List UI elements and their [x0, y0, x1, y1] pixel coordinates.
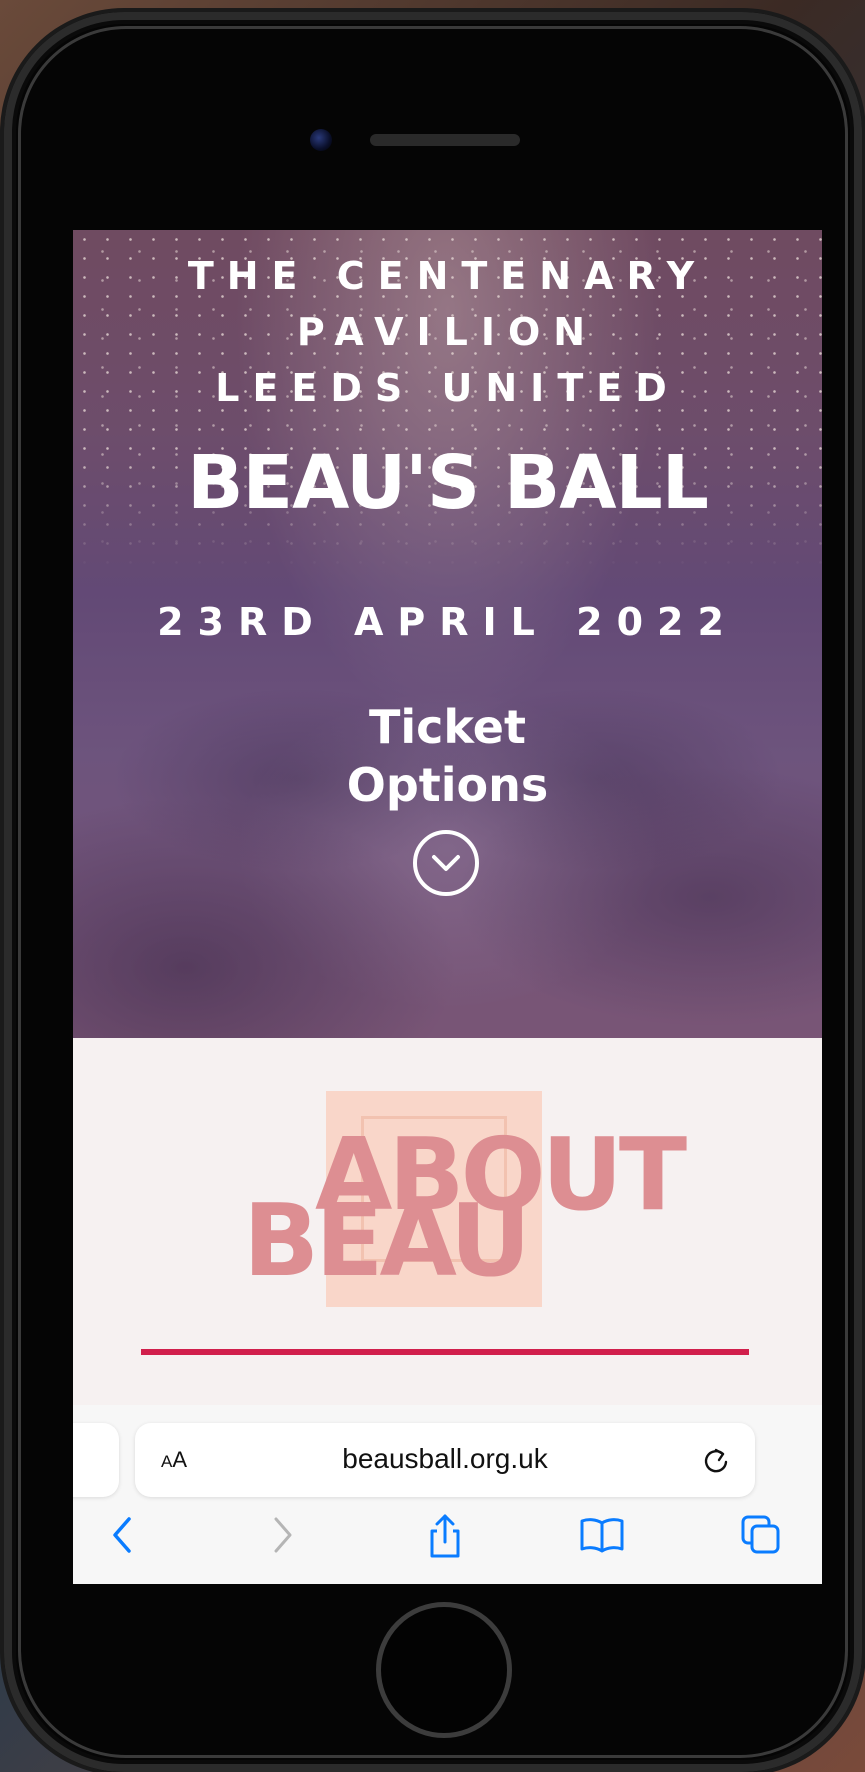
chevron-down-circle-icon[interactable] [413, 830, 479, 896]
venue-line-2: PAVILION [296, 310, 599, 354]
chevron-right-icon[interactable] [268, 1513, 298, 1561]
event-date: 23RD APRIL 2022 [157, 600, 738, 644]
tabs-icon[interactable] [739, 1513, 783, 1561]
venue-line-3: LEEDS UNITED [215, 366, 680, 410]
ticket-options-line-2: Options [346, 758, 549, 812]
hero-banner: THE CENTENARY PAVILION LEEDS UNITED BEAU… [73, 230, 822, 1038]
chevron-left-icon[interactable] [107, 1513, 137, 1561]
event-title: BEAU'S BALL [187, 440, 709, 526]
venue-line-1: THE CENTENARY [187, 254, 708, 298]
address-bar[interactable]: AA beausball.org.uk [135, 1423, 755, 1497]
ticket-options-link[interactable]: Ticket Options [73, 698, 822, 814]
earpiece-speaker [370, 134, 520, 146]
phone-screen: THE CENTENARY PAVILION LEEDS UNITED BEAU… [73, 230, 822, 1584]
about-heading-word-2: BEAU [243, 1182, 531, 1299]
browser-bottom-bar: AA beausball.org.uk [73, 1405, 822, 1584]
share-icon[interactable] [425, 1513, 465, 1563]
ticket-options-line-1: Ticket [369, 700, 526, 754]
browser-toolbar [73, 1513, 822, 1573]
about-divider [141, 1349, 749, 1355]
phone-frame: THE CENTENARY PAVILION LEEDS UNITED BEAU… [4, 12, 862, 1772]
home-button[interactable] [376, 1602, 512, 1738]
reload-icon[interactable] [701, 1445, 731, 1479]
book-icon[interactable] [579, 1513, 625, 1561]
url-text: beausball.org.uk [342, 1443, 548, 1474]
venue-name: THE CENTENARY PAVILION LEEDS UNITED [73, 248, 822, 416]
previous-tab-peek[interactable] [73, 1423, 119, 1497]
front-camera [310, 129, 332, 151]
